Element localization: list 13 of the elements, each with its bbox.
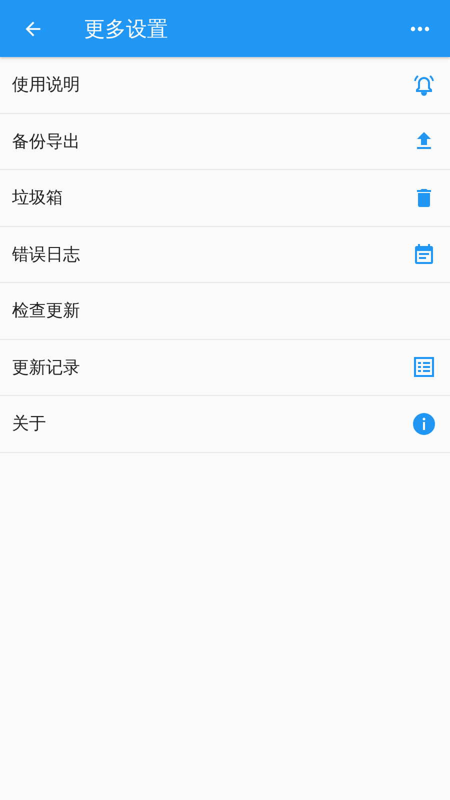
info-icon — [412, 412, 436, 436]
settings-item[interactable]: 错误日志 — [0, 226, 450, 283]
settings-item[interactable]: 更新记录 — [0, 340, 450, 396]
more-icon[interactable] — [410, 26, 430, 32]
settings-item[interactable]: 使用说明 — [0, 57, 450, 114]
settings-item[interactable]: 垃圾箱 — [0, 170, 450, 226]
settings-item[interactable]: 备份导出 — [0, 114, 450, 170]
calendar-icon — [412, 242, 436, 266]
list-icon — [412, 355, 436, 380]
alarm-bell-icon — [412, 72, 436, 97]
settings-item[interactable]: 关于 — [0, 396, 450, 452]
screen-title: 更多设置 — [84, 16, 169, 42]
settings-item[interactable]: 检查更新 — [0, 283, 450, 340]
